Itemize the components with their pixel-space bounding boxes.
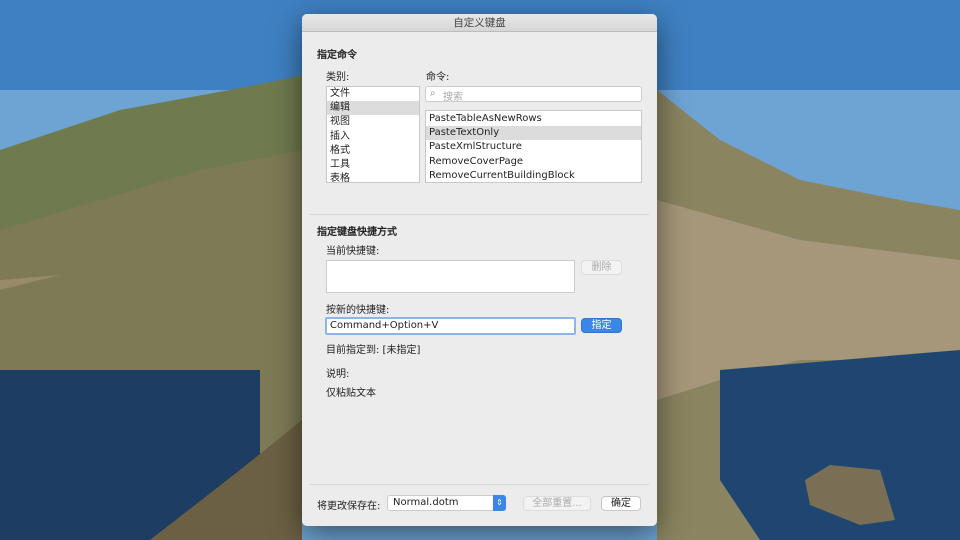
category-item[interactable]: 格式 — [327, 144, 419, 158]
command-item[interactable]: PasteTextOnly — [426, 126, 641, 141]
category-item[interactable]: 表格 — [327, 172, 419, 182]
delete-button[interactable]: 删除 — [581, 260, 622, 275]
category-item[interactable]: 视图 — [327, 115, 419, 129]
commands-list[interactable]: PasteTableAsNewRows PasteTextOnly PasteXml… — [425, 110, 642, 183]
new-shortcut-input[interactable]: Command+Option+V — [325, 317, 576, 335]
reset-all-button[interactable]: 全部重置... — [523, 496, 591, 511]
command-item[interactable]: PasteXmlStructure — [426, 140, 641, 154]
current-shortcut-label: 当前快捷键: — [326, 246, 380, 257]
current-assignment: 目前指定到: [未指定] — [326, 345, 421, 356]
current-shortcuts-list[interactable] — [326, 260, 575, 293]
new-shortcut-label: 按新的快捷键: — [326, 305, 390, 316]
divider — [310, 484, 649, 485]
category-item[interactable]: 工具 — [327, 158, 419, 172]
category-item[interactable]: 编辑 — [327, 101, 419, 116]
divider — [310, 214, 649, 215]
chevron-updown-icon: ⇕ — [493, 495, 506, 511]
shortcut-heading: 指定键盘快捷方式 — [317, 227, 397, 238]
assign-command-heading: 指定命令 — [317, 50, 357, 61]
category-item[interactable]: 文件 — [327, 87, 419, 101]
command-item[interactable]: RemoveCurrentBuildingBlock — [426, 169, 641, 182]
ok-button[interactable]: 确定 — [601, 496, 641, 511]
search-icon: ⌕ — [430, 88, 436, 99]
save-in-select[interactable]: Normal.dotm ⇕ — [387, 495, 506, 511]
command-search-input[interactable]: ⌕ 搜索 — [425, 86, 642, 103]
assign-button[interactable]: 指定 — [581, 318, 622, 333]
description-label: 说明: — [326, 369, 350, 380]
category-item[interactable]: 插入 — [327, 130, 419, 144]
commands-label: 命令: — [426, 72, 450, 83]
save-in-value: Normal.dotm — [393, 497, 459, 508]
dialog-title: 自定义键盘 — [302, 14, 657, 32]
command-item[interactable]: RemoveCoverPage — [426, 155, 641, 169]
customize-keyboard-dialog: 自定义键盘 指定命令 类别: 命令: 文件 编辑 视图 插入 格式 工具 表格 ⌕ 搜索 P… — [302, 14, 657, 526]
command-item[interactable]: PasteTableAsNewRows — [426, 112, 641, 126]
categories-label: 类别: — [326, 72, 350, 83]
search-placeholder: 搜索 — [443, 92, 463, 103]
categories-list[interactable]: 文件 编辑 视图 插入 格式 工具 表格 — [326, 86, 420, 183]
save-in-label: 将更改保存在: — [317, 501, 381, 512]
description-text: 仅粘贴文本 — [326, 388, 376, 399]
